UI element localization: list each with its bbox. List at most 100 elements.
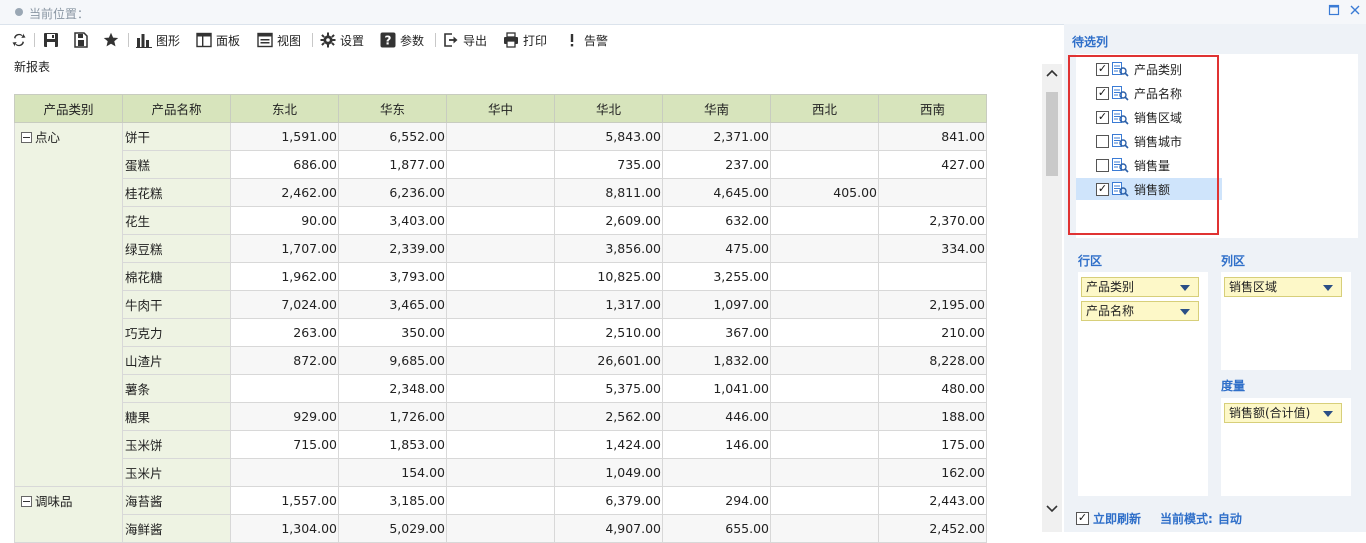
alert-label: 告警	[584, 33, 609, 48]
value-cell: 2,195.00	[878, 290, 987, 319]
value-cell: 146.00	[662, 430, 771, 459]
product-name-cell: 巧克力	[122, 318, 231, 347]
value-cell	[770, 402, 879, 431]
value-cell: 4,907.00	[554, 514, 663, 543]
value-cell	[446, 346, 555, 375]
chevron-down-icon[interactable]	[1323, 411, 1333, 417]
scroll-up-icon[interactable]	[1046, 68, 1058, 81]
chevron-down-icon[interactable]	[1180, 285, 1190, 291]
refresh-now-toggle[interactable]: ✓ 立即刷新	[1076, 510, 1141, 527]
value-cell: 4,645.00	[662, 178, 771, 207]
table-row: 花生 90.00 3,403.00 2,609.00 632.00 2,370.00	[15, 206, 987, 235]
chevron-down-icon[interactable]	[1323, 285, 1333, 291]
value-cell: 2,339.00	[338, 234, 447, 263]
value-cell: 5,843.00	[554, 122, 663, 151]
maximize-icon[interactable]	[1328, 4, 1340, 16]
refresh-button[interactable]	[11, 29, 27, 51]
measure-zone[interactable]: 销售额(合计值)	[1221, 398, 1351, 496]
table-scrollbar[interactable]	[1042, 64, 1062, 532]
star-icon	[103, 32, 119, 47]
value-cell: 1,049.00	[554, 458, 663, 487]
value-cell	[446, 318, 555, 347]
table-row: 玉米饼 715.00 1,853.00 1,424.00 146.00 175.00	[15, 430, 987, 459]
value-cell: 1,097.00	[662, 290, 771, 319]
column-header[interactable]: 产品类别	[14, 94, 123, 123]
chevron-down-icon[interactable]	[1180, 309, 1190, 315]
value-cell	[446, 514, 555, 543]
row-zone-chip[interactable]: 产品名称	[1081, 301, 1199, 321]
table-row: 海鲜酱 1,304.00 5,029.00 4,907.00 655.00 2,452.0…	[15, 514, 987, 543]
value-cell: 175.00	[878, 430, 987, 459]
exclamation-icon	[570, 34, 574, 47]
value-cell: 7,024.00	[230, 290, 339, 319]
product-name-cell: 桂花糕	[122, 178, 231, 207]
panel-button[interactable]: 面板	[196, 29, 240, 51]
scroll-thumb[interactable]	[1046, 92, 1058, 176]
value-cell	[446, 374, 555, 403]
value-cell: 6,552.00	[338, 122, 447, 151]
row-zone[interactable]: 产品类别 产品名称	[1078, 272, 1208, 496]
collapse-icon[interactable]	[21, 132, 32, 143]
product-name-cell: 海鲜酱	[122, 514, 231, 543]
save-as-button[interactable]	[73, 29, 89, 51]
product-name-cell: 绿豆糕	[122, 234, 231, 263]
product-name-cell: 饼干	[122, 122, 231, 151]
value-cell: 841.00	[878, 122, 987, 151]
column-header[interactable]: 华中	[446, 94, 555, 123]
collapse-icon[interactable]	[21, 496, 32, 507]
value-cell: 162.00	[878, 458, 987, 487]
column-header[interactable]: 华南	[662, 94, 771, 123]
close-icon[interactable]	[1349, 4, 1361, 16]
column-header[interactable]: 西北	[770, 94, 879, 123]
row-zone-title: 行区	[1078, 254, 1103, 268]
mode-indicator: 当前模式: 自动	[1160, 510, 1242, 527]
print-label: 打印	[523, 33, 548, 48]
value-cell: 3,856.00	[554, 234, 663, 263]
column-header[interactable]: 东北	[230, 94, 339, 123]
settings-button[interactable]: 设置	[320, 29, 364, 51]
value-cell: 9,685.00	[338, 346, 447, 375]
value-cell	[446, 290, 555, 319]
value-cell: 2,443.00	[878, 486, 987, 515]
alert-button[interactable]: 告警	[564, 29, 608, 51]
column-header[interactable]: 华北	[554, 94, 663, 123]
value-cell: 3,255.00	[662, 262, 771, 291]
value-cell	[446, 122, 555, 151]
chart-button[interactable]: 图形	[136, 29, 180, 51]
column-zone-chip[interactable]: 销售区域	[1224, 277, 1342, 297]
value-cell: 3,465.00	[338, 290, 447, 319]
product-name-cell: 薯条	[122, 374, 231, 403]
value-cell	[446, 458, 555, 487]
question-icon: ?	[380, 32, 396, 48]
value-cell: 2,371.00	[662, 122, 771, 151]
export-icon	[444, 33, 458, 47]
settings-label: 设置	[340, 33, 365, 48]
row-zone-chip[interactable]: 产品类别	[1081, 277, 1199, 297]
view-button[interactable]: 视图	[257, 29, 301, 51]
refresh-checkbox[interactable]: ✓	[1076, 512, 1089, 525]
params-button[interactable]: ? 参数	[380, 29, 424, 51]
favorite-button[interactable]	[103, 29, 119, 51]
column-header[interactable]: 产品名称	[122, 94, 231, 123]
print-button[interactable]: 打印	[503, 29, 547, 51]
value-cell: 1,832.00	[662, 346, 771, 375]
save-button[interactable]	[43, 29, 59, 51]
column-zone[interactable]: 销售区域	[1221, 272, 1351, 370]
export-button[interactable]: 导出	[443, 29, 487, 51]
scroll-down-icon[interactable]	[1046, 504, 1058, 517]
column-header[interactable]: 华东	[338, 94, 447, 123]
refresh-icon	[12, 33, 26, 47]
value-cell	[446, 402, 555, 431]
value-cell: 1,591.00	[230, 122, 339, 151]
measure-zone-chip[interactable]: 销售额(合计值)	[1224, 403, 1342, 423]
column-header[interactable]: 西南	[878, 94, 987, 123]
table-row: 调味品 海苔酱 1,557.00 3,185.00 6,379.00 294.00 2,44…	[14, 486, 987, 543]
refresh-now-label: 立即刷新	[1093, 512, 1142, 526]
value-cell: 2,348.00	[338, 374, 447, 403]
product-name-cell: 牛肉干	[122, 290, 231, 319]
value-cell: 3,185.00	[338, 486, 447, 515]
chip-label: 销售区域	[1229, 280, 1278, 294]
value-cell: 427.00	[878, 150, 987, 179]
value-cell: 655.00	[662, 514, 771, 543]
product-name-cell: 蛋糕	[122, 150, 231, 179]
